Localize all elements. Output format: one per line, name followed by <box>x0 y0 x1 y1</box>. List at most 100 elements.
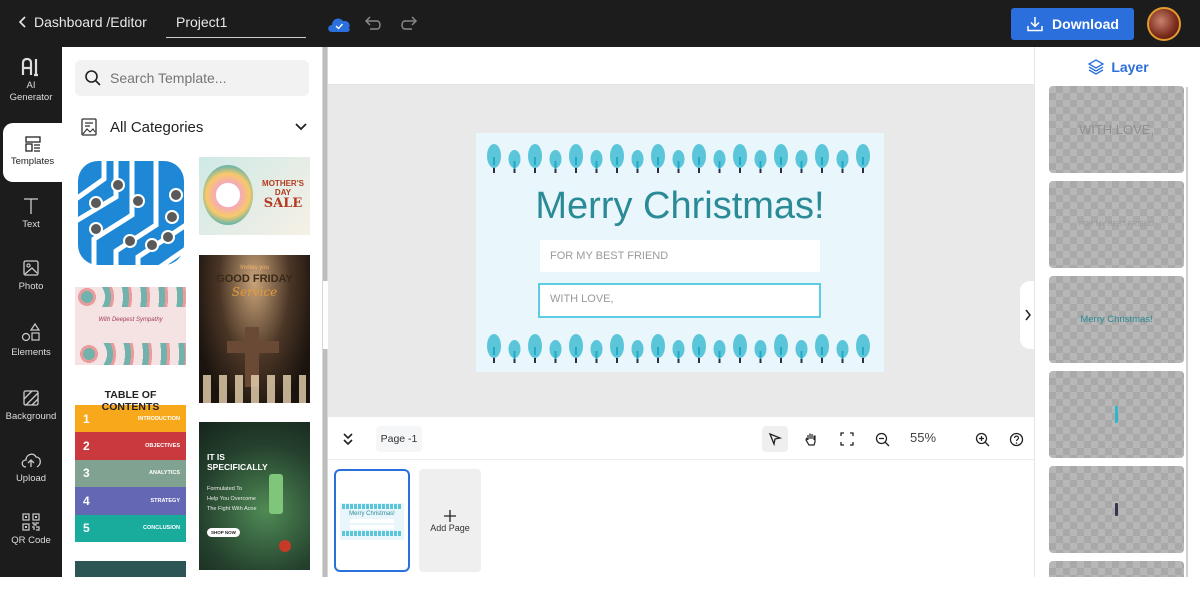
template-circuit-logo[interactable] <box>76 159 186 267</box>
user-avatar[interactable] <box>1147 7 1181 41</box>
acne-headline: IT IS SPECIFICALLY <box>207 452 268 472</box>
toc-row: 4 STRATEGY <box>75 487 186 515</box>
tree-icon <box>692 144 706 173</box>
toc-label: CONCLUSION <box>143 525 180 532</box>
toc-row: 5 CONCLUSION <box>75 514 186 542</box>
template-table-of-contents[interactable]: TABLE OF CONTENTS 1 INTRODUCTION 2 OBJECTIV… <box>75 385 186 542</box>
photo-icon <box>23 260 39 276</box>
zoom-out-button[interactable] <box>869 426 895 452</box>
sidebar-item-upload[interactable]: Upload <box>0 450 62 485</box>
sidebar-item-templates[interactable]: Templates <box>3 123 62 182</box>
zoom-out-icon <box>875 432 889 446</box>
mini-trees <box>342 531 402 536</box>
acne-subtext: Formulated To Help You Overcome The Figh… <box>207 486 257 512</box>
layer-panel-title: Layer <box>1035 58 1200 76</box>
category-icon <box>81 118 97 136</box>
tree-icon <box>795 340 808 363</box>
shop-now-badge: SHOP NOW <box>207 528 240 537</box>
tree-icon <box>651 334 665 363</box>
add-page-button[interactable]: Add Page <box>419 469 481 572</box>
nav-label: Text <box>22 219 40 230</box>
back-to-dashboard-link[interactable]: Dashboard /Editor <box>18 14 147 30</box>
service-text: Service <box>231 285 278 299</box>
hand-tool-button[interactable] <box>798 426 824 452</box>
layers-icon <box>1088 59 1105 75</box>
search-input[interactable] <box>110 70 300 86</box>
candles <box>203 375 306 403</box>
card-field-with-love[interactable]: WITH LOVE, <box>538 283 821 318</box>
page-indicator[interactable]: Page -1 <box>376 426 422 452</box>
tree-icon <box>774 144 788 173</box>
sidebar-item-elements[interactable]: Elements <box>0 322 62 359</box>
help-button[interactable] <box>1003 426 1029 452</box>
nav-label: QR Code <box>11 535 51 546</box>
category-label: All Categories <box>110 118 204 136</box>
breadcrumb: Dashboard /Editor <box>34 14 147 30</box>
layer-item[interactable] <box>1049 466 1184 553</box>
toc-label: INTRODUCTION <box>137 415 180 422</box>
tree-icon <box>733 144 747 173</box>
tree-icon <box>836 340 849 363</box>
christmas-card-canvas[interactable]: Merry Christmas! FOR MY BEST FRIEND WITH… <box>476 133 884 372</box>
floral-bottom <box>75 343 186 365</box>
canvas-workspace: Merry Christmas! FOR MY BEST FRIEND WITH… <box>328 47 1034 417</box>
layer-item[interactable] <box>1049 371 1184 458</box>
bottom-strip <box>0 577 1200 610</box>
tree-icon <box>815 144 829 173</box>
toc-label: STRATEGY <box>150 497 180 504</box>
sidebar-item-qr-code[interactable]: QR Code <box>0 512 62 547</box>
chevron-right-icon <box>1025 309 1031 321</box>
mothers-day-text: MOTHER'S DAY SALE <box>262 179 304 211</box>
elements-icon <box>21 322 41 342</box>
sidebar-item-background[interactable]: Background <box>0 388 62 423</box>
layer-item[interactable] <box>1049 561 1184 577</box>
layer-item[interactable]: WITH LOVE, <box>1049 86 1184 173</box>
good-friday-text: GOOD FRIDAY <box>216 273 293 285</box>
layer-item[interactable]: Merry Christmas! <box>1049 276 1184 363</box>
layer-text: WITH LOVE, <box>1078 122 1155 137</box>
project-name-input[interactable]: Project1 <box>166 8 306 38</box>
card-title-text[interactable]: Merry Christmas! <box>476 185 884 228</box>
toc-label: ANALYTICS <box>149 470 180 477</box>
qr-code-icon <box>22 513 40 531</box>
sidebar-item-ai-generator[interactable]: AI Generator <box>0 57 62 119</box>
sidebar-item-photo[interactable]: Photo <box>0 258 62 293</box>
tree-icon <box>836 150 849 173</box>
tree-icon <box>549 150 562 173</box>
template-sympathy-card[interactable]: With Deepest Sympathy <box>75 287 186 365</box>
page-thumbnail-1[interactable]: Merry Christmas! <box>334 469 410 572</box>
template-acne-product[interactable]: IT IS SPECIFICALLY Formulated To Help Yo… <box>199 422 310 570</box>
redo-icon[interactable] <box>398 14 418 32</box>
tree-row-top <box>487 144 870 173</box>
undo-icon[interactable] <box>364 14 384 32</box>
select-tool-button[interactable] <box>762 426 788 452</box>
sidebar-item-text[interactable]: Text <box>0 196 62 231</box>
plus-icon <box>444 509 456 522</box>
download-button[interactable]: Download <box>1011 8 1134 40</box>
layer-scrollbar[interactable] <box>1186 87 1188 577</box>
template-search[interactable] <box>75 60 309 96</box>
tree-icon <box>672 340 685 363</box>
tree-icon <box>754 150 767 173</box>
tree-icon <box>610 334 624 363</box>
text-icon <box>24 198 38 214</box>
layer-item[interactable]: FOR MY BEST FRIEND <box>1049 181 1184 268</box>
cloud-saved-icon[interactable] <box>326 15 352 33</box>
card-field-best-friend[interactable]: FOR MY BEST FRIEND <box>540 240 820 272</box>
collapse-pages-button[interactable] <box>335 426 361 452</box>
fit-screen-button[interactable] <box>834 426 860 452</box>
tree-icon <box>569 144 583 173</box>
toc-number: 5 <box>83 521 90 536</box>
tree-icon <box>815 334 829 363</box>
template-mothers-day-sale[interactable]: MOTHER'S DAY SALE <box>199 157 310 235</box>
tree-icon <box>487 144 501 173</box>
chevron-left-icon <box>18 16 26 28</box>
category-dropdown[interactable]: All Categories <box>80 117 308 137</box>
nav-label: Photo <box>18 281 44 292</box>
toc-number: 2 <box>83 439 90 454</box>
mini-trees <box>342 504 402 509</box>
tree-icon <box>692 334 706 363</box>
template-good-friday[interactable]: Invites you GOOD FRIDAY Service <box>199 255 310 403</box>
zoom-in-button[interactable] <box>969 426 995 452</box>
canvas-toolbar: Page -1 55% <box>328 417 1034 460</box>
